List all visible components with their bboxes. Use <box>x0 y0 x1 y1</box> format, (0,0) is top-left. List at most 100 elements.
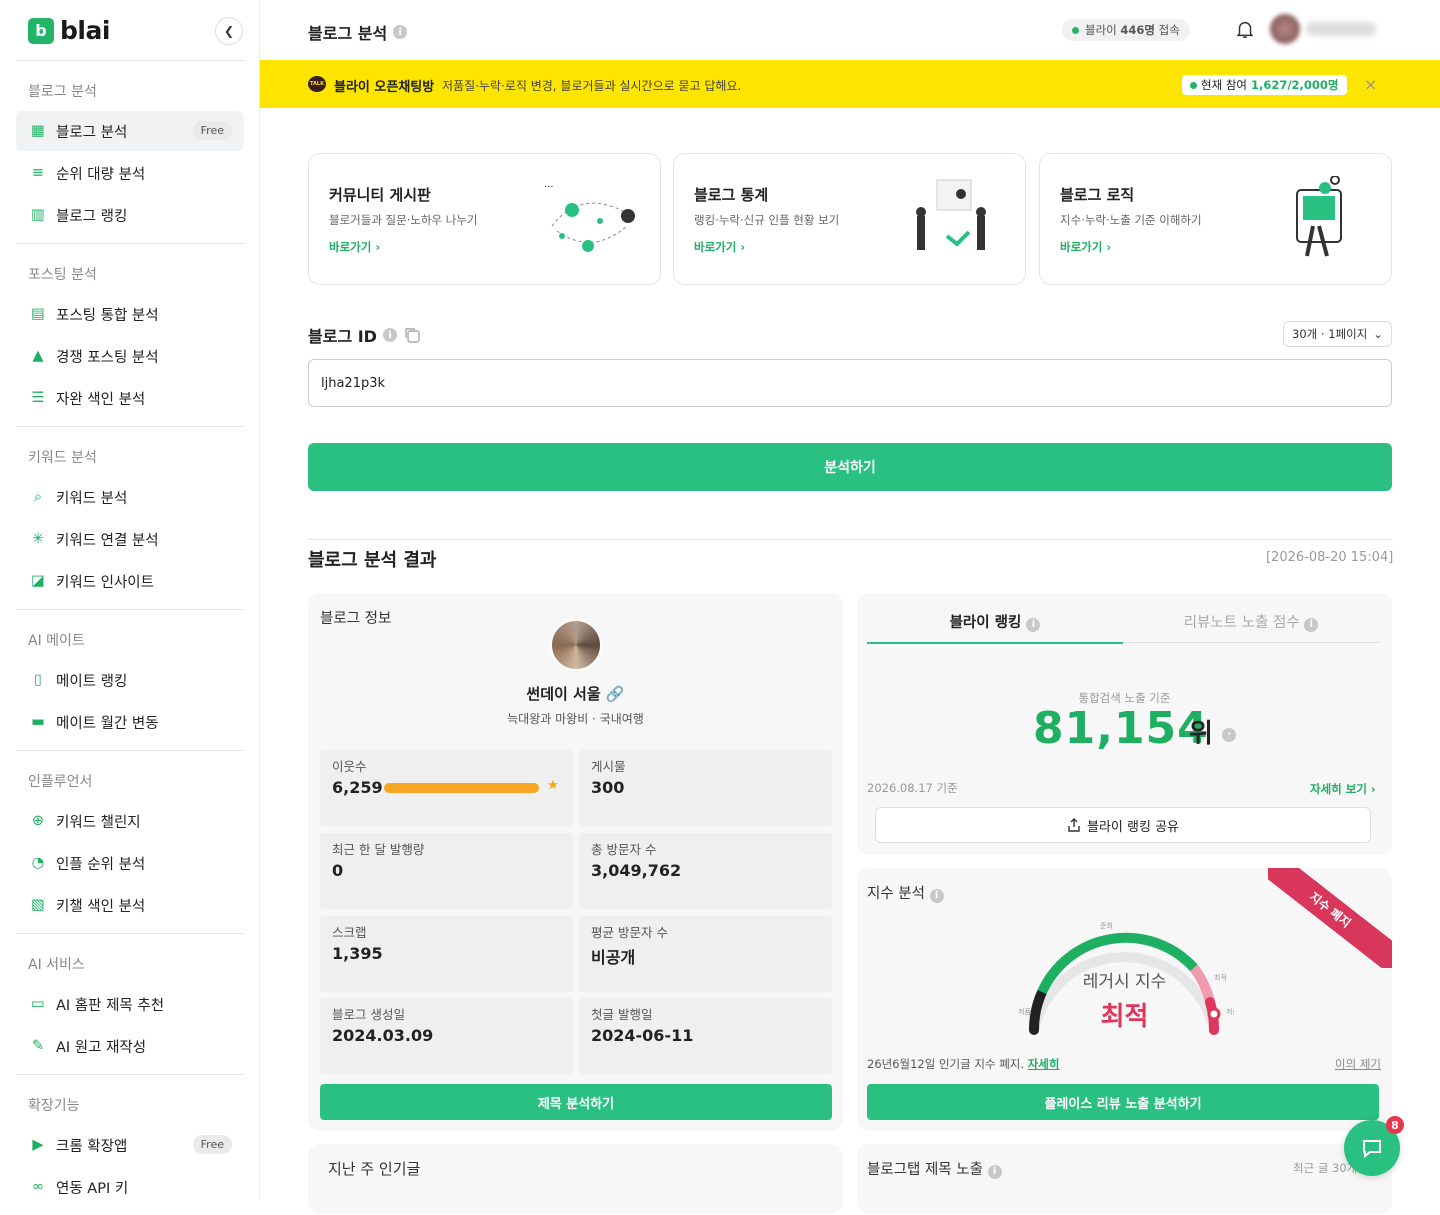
sidebar-item[interactable]: ▥ 블로그 랭킹 <box>16 195 244 235</box>
sidebar-item[interactable]: ▶ 크롬 확장앱 Free <box>16 1125 244 1165</box>
page-title-text: 블로그 분석 <box>308 24 388 43</box>
page-title: 블로그 분석 i <box>308 20 408 44</box>
online-count: 446명 <box>1120 23 1155 37</box>
card-link[interactable]: 바로가기 › <box>329 239 380 255</box>
sidebar-item[interactable]: ⌕ 키워드 분석 <box>16 477 244 517</box>
sidebar-group: 포스팅 분석 ▤ 포스팅 통합 분석 ▲ 경쟁 포스팅 분석 ☰ 자완 색인 분석 <box>16 243 244 426</box>
blog-id-input[interactable] <box>308 359 1392 407</box>
sidebar-item[interactable]: ▤ 포스팅 통합 분석 <box>16 294 244 334</box>
notice-link[interactable]: 자세히 <box>1028 1057 1060 1071</box>
logo-text: blai <box>60 16 110 45</box>
sidebar-collapse-button[interactable]: ❮ <box>215 17 243 45</box>
analyze-button[interactable]: 분석하기 <box>308 443 1392 491</box>
clock-icon[interactable]: · <box>1221 727 1236 742</box>
sidebar-item-label: 경쟁 포스팅 분석 <box>56 349 159 366</box>
panel-title: 블로그 정보 <box>320 611 392 627</box>
card-community[interactable]: 커뮤니티 게시판 블로거들과 질문·노하우 나누기 바로가기 › ··· <box>308 153 661 285</box>
sidebar-item-label: 메이트 월간 변동 <box>56 715 159 732</box>
logo[interactable]: b blai <box>28 16 110 45</box>
info-icon[interactable]: i <box>987 1164 1002 1179</box>
stat-created-date: 블로그 생성일 2024.03.09 <box>320 998 573 1074</box>
places-review-analysis-button[interactable]: 플레이스 리뷰 노출 분석하기 <box>867 1084 1379 1120</box>
close-icon[interactable]: × <box>1364 75 1377 94</box>
stat-key: 첫글 발행일 <box>591 1007 653 1022</box>
sidebar-item[interactable]: ▬ 메이트 월간 변동 <box>16 702 244 742</box>
online-prefix: 블라이 <box>1085 23 1121 37</box>
title-analysis-button[interactable]: 제목 분석하기 <box>320 1084 832 1120</box>
bulk-rank-icon: ≡ <box>31 165 45 181</box>
card-link[interactable]: 바로가기 › <box>694 239 745 255</box>
sidebar-item[interactable]: ▧ 키챌 색인 분석 <box>16 885 244 925</box>
copy-icon[interactable] <box>403 326 421 344</box>
card-title: 커뮤니티 게시판 <box>329 186 431 204</box>
stat-key: 총 방문자 수 <box>591 842 657 857</box>
stat-avg-visitors: 평균 방문자 수 비공개 <box>579 916 832 992</box>
card-logic[interactable]: 블로그 로직 지수·누락·노출 기준 이해하기 바로가기 › <box>1039 153 1392 285</box>
stat-value: 2024.03.09 <box>332 1026 434 1045</box>
sidebar-group: AI 메이트 ▯ 메이트 랭킹 ▬ 메이트 월간 변동 <box>16 609 244 750</box>
ranking-share-button[interactable]: 블라이 랭킹 공유 <box>875 807 1371 843</box>
deprecated-ribbon: 지수 폐지 <box>1268 868 1392 968</box>
rank-more-link[interactable]: 자세히 보기 › <box>1310 781 1376 797</box>
sidebar-item[interactable]: ✳ 키워드 연결 분석 <box>16 519 244 559</box>
sidebar-group: 블로그 분석 ▦ 블로그 분석 Free ≡ 순위 대량 분석 ▥ 블로그 랭킹 <box>16 60 244 243</box>
user-avatar[interactable] <box>1270 14 1300 44</box>
online-suffix: 접속 <box>1155 23 1180 37</box>
sidebar-item-label: 키워드 인사이트 <box>56 574 154 591</box>
stat-key: 평균 방문자 수 <box>591 925 668 940</box>
card-title: 블로그 로직 <box>1060 186 1135 204</box>
sidebar-item[interactable]: ◪ 키워드 인사이트 <box>16 561 244 601</box>
sidebar-item[interactable]: ▭ AI 홈판 제목 추천 <box>16 984 244 1024</box>
link-icon[interactable]: 🔗 <box>606 685 625 703</box>
stat-value: 6,259 <box>332 778 383 797</box>
info-icon[interactable]: i <box>393 25 408 39</box>
page-size-select[interactable]: 30개 · 1페이지 ⌄ <box>1283 321 1392 347</box>
card-statistics[interactable]: 블로그 통계 랭킹·누락·신규 인플 현황 보기 바로가기 › <box>673 153 1026 285</box>
sidebar-group-title: AI 메이트 <box>28 633 85 649</box>
sidebar-item[interactable]: ☰ 자완 색인 분석 <box>16 378 244 418</box>
card-link[interactable]: 바로가기 › <box>1060 239 1111 255</box>
gauge-value: 최적 <box>1100 1002 1149 1032</box>
sidebar-item[interactable]: ◔ 인플 순위 분석 <box>16 843 244 883</box>
index-panel: 지수 분석 i 지수 폐지 준최 저품 최적 저품 레거시 지수 최적 26년6… <box>857 868 1392 1131</box>
sidebar-item[interactable]: ∞ 연동 API 키 <box>16 1167 244 1207</box>
tab-review-note-score[interactable]: 리뷰노트 노출 점수 i <box>1123 611 1379 643</box>
sidebar-group-title: 키워드 분석 <box>28 450 97 466</box>
bell-icon[interactable] <box>1234 18 1256 44</box>
title-recommend-icon: ▭ <box>31 996 45 1012</box>
card-desc: 블로거들과 질문·노하우 나누기 <box>329 213 478 227</box>
info-icon[interactable]: i <box>1026 617 1041 632</box>
stat-value: 0 <box>332 861 344 880</box>
blog-name[interactable]: 썬데이 서울 🔗 <box>308 683 843 704</box>
info-icon[interactable]: i <box>929 888 944 903</box>
neighbor-bar <box>384 783 539 793</box>
user-name[interactable] <box>1306 22 1376 36</box>
blog-desc: 늑대왕과 마왕비 · 국내여행 <box>507 712 644 726</box>
gauge-tick-label: 준최 <box>1100 921 1113 930</box>
rank-unit-text: 위 <box>1189 719 1213 749</box>
count-label: 현재 참여 <box>1201 78 1247 92</box>
sidebar-group-title: 블로그 분석 <box>28 84 97 100</box>
stat-posts: 게시물 300 <box>579 750 832 826</box>
sidebar-item[interactable]: ▯ 메이트 랭킹 <box>16 660 244 700</box>
tab-blai-ranking[interactable]: 블라이 랭킹 i <box>867 611 1123 644</box>
blog-avatar <box>550 619 602 671</box>
objection-link[interactable]: 이의 제기 <box>1335 1056 1381 1072</box>
banner-title: 블라이 오픈채팅방 <box>334 80 435 95</box>
info-icon[interactable]: i <box>1304 617 1319 632</box>
sidebar-item-label: 인플 순위 분석 <box>56 856 146 873</box>
sidebar-item[interactable]: ≡ 순위 대량 분석 <box>16 153 244 193</box>
sidebar-item-label: 블로그 랭킹 <box>56 208 128 225</box>
sidebar-item[interactable]: ✎ AI 원고 재작성 <box>16 1026 244 1066</box>
info-icon[interactable]: i <box>382 328 397 342</box>
panel-title: 지난 주 인기글 <box>328 1160 421 1178</box>
share-icon <box>1068 818 1080 832</box>
open-chat-banner[interactable]: TALK 블라이 오픈채팅방 저품질·누락·로직 변경, 블로거들과 실시간으로… <box>260 60 1440 108</box>
sidebar-item-label: 자완 색인 분석 <box>56 391 146 408</box>
sidebar-item[interactable]: ⊕ 키워드 챌린지 <box>16 801 244 841</box>
stat-first-post-date: 첫글 발행일 2024-06-11 <box>579 998 832 1074</box>
extension-icon: ▶ <box>32 1137 44 1153</box>
sidebar-item[interactable]: ▦ 블로그 분석 Free <box>16 111 244 151</box>
sidebar-item-label: 메이트 랭킹 <box>56 673 128 690</box>
sidebar-item[interactable]: ▲ 경쟁 포스팅 분석 <box>16 336 244 376</box>
